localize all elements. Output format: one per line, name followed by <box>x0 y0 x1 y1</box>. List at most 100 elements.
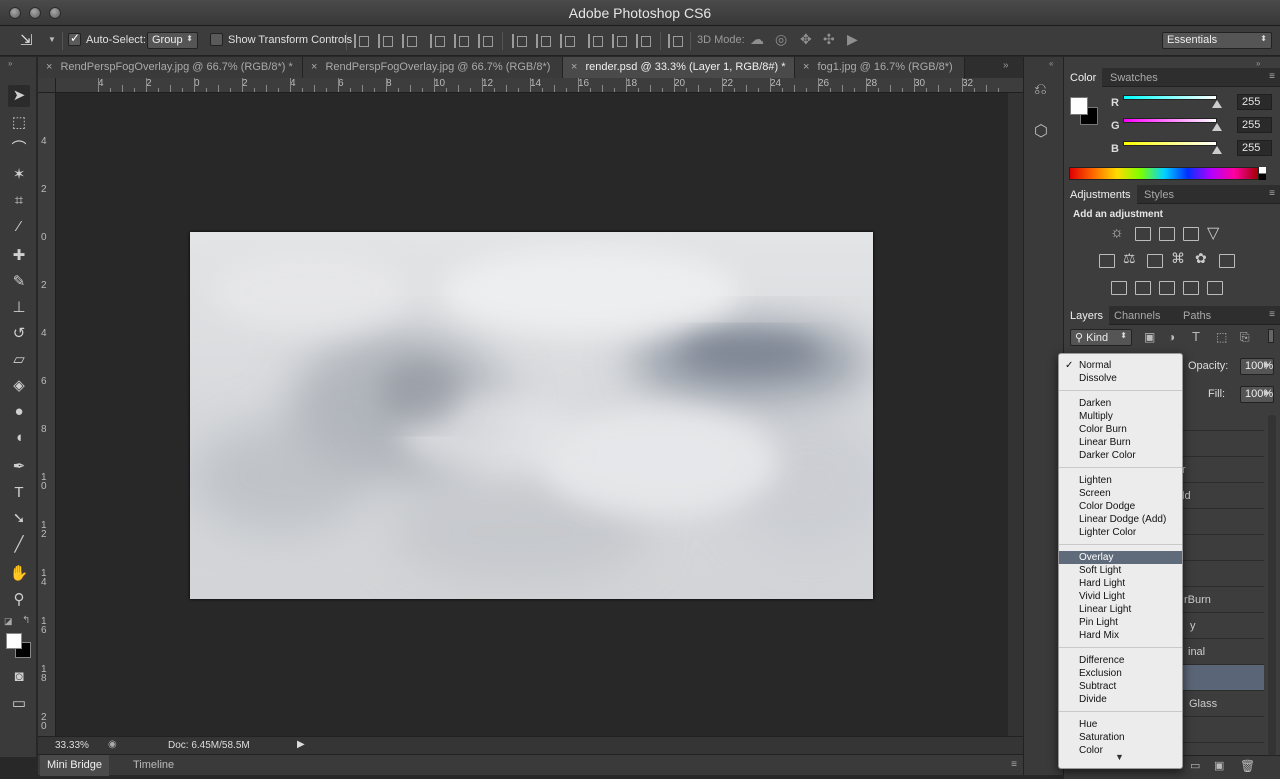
3d-roll-icon[interactable]: ◎ <box>775 31 787 48</box>
green-slider-thumb[interactable] <box>1212 123 1222 131</box>
color-panel-foreground[interactable] <box>1070 97 1088 115</box>
photo-filter-icon[interactable]: ⌘ <box>1171 250 1185 267</box>
gradient-map-icon[interactable] <box>1207 281 1223 295</box>
swap-colors-icon[interactable]: ↰ <box>22 615 30 626</box>
workspace-switcher[interactable]: Essentials ⬍ <box>1162 32 1272 49</box>
align-hcenter-icon[interactable] <box>454 34 469 48</box>
close-tab-icon[interactable]: × <box>803 61 809 73</box>
vertical-scrollbar[interactable] <box>1008 93 1023 736</box>
channel-mixer-icon[interactable]: ✿ <box>1195 250 1207 267</box>
eyedropper-tool-icon[interactable]: ⁄ <box>8 216 30 238</box>
filter-shape-icon[interactable]: ⬚ <box>1216 330 1227 344</box>
blend-mode-darken[interactable]: Darken <box>1059 397 1182 410</box>
blur-tool-icon[interactable]: ● <box>8 401 30 423</box>
blend-mode-vivid-light[interactable]: Vivid Light <box>1059 590 1182 603</box>
vertical-ruler[interactable]: 4 2 0 2 4 6 8 10 12 14 16 18 20 <box>38 93 56 736</box>
tabs-overflow-icon[interactable]: » <box>1003 60 1009 71</box>
3d-pan-icon[interactable]: ✥ <box>800 31 812 48</box>
3d-rotate-icon[interactable]: ☁ <box>750 31 764 48</box>
filter-type-icon[interactable]: T <box>1192 329 1200 344</box>
pen-tool-icon[interactable]: ✒ <box>8 456 30 478</box>
type-tool-icon[interactable]: T <box>8 482 30 504</box>
exposure-icon[interactable] <box>1183 227 1199 241</box>
tab-rendpersp-2[interactable]: × RendPerspFogOverlay.jpg @ 66.7% (RGB/8*… <box>303 57 563 78</box>
blend-mode-screen[interactable]: Screen <box>1059 487 1182 500</box>
chevron-down-icon[interactable]: ▼ <box>48 35 56 44</box>
dodge-tool-icon[interactable]: ◖ <box>8 427 30 449</box>
blend-mode-divide[interactable]: Divide <box>1059 693 1182 706</box>
show-transform-checkbox[interactable] <box>210 33 223 46</box>
panel-menu-icon[interactable]: ≡ <box>1269 71 1275 82</box>
marquee-tool-icon[interactable]: ⬚ <box>8 112 30 134</box>
new-layer-icon[interactable]: ▣ <box>1214 759 1224 772</box>
scroll-down-arrow-icon[interactable]: ▼ <box>1115 752 1124 762</box>
align-bottom-icon[interactable] <box>402 34 417 48</box>
distribute-top-icon[interactable] <box>512 34 527 48</box>
blend-mode-linear-burn[interactable]: Linear Burn <box>1059 436 1182 449</box>
brightness-contrast-icon[interactable]: ☼ <box>1110 224 1124 241</box>
blend-mode-hard-mix[interactable]: Hard Mix <box>1059 629 1182 642</box>
filter-adjustment-icon[interactable]: ◑ <box>1168 330 1175 344</box>
tab-swatches[interactable]: Swatches <box>1104 68 1164 87</box>
blend-mode-normal[interactable]: ✓ Normal <box>1059 359 1182 372</box>
distribute-left-icon[interactable] <box>588 34 603 48</box>
invert-icon[interactable] <box>1111 281 1127 295</box>
document-canvas[interactable] <box>190 232 873 599</box>
blend-mode-hue[interactable]: Hue <box>1059 718 1182 731</box>
auto-select-dropdown[interactable]: Group ⬍ <box>147 32 198 49</box>
blend-mode-difference[interactable]: Difference <box>1059 654 1182 667</box>
blend-mode-color-dodge[interactable]: Color Dodge <box>1059 500 1182 513</box>
color-spectrum-bar[interactable] <box>1069 167 1259 180</box>
tab-fog1[interactable]: × fog1.jpg @ 16.7% (RGB/8*) <box>795 57 965 78</box>
zoom-level[interactable]: 33.33% <box>55 740 89 751</box>
red-slider[interactable] <box>1123 95 1217 100</box>
quick-mask-icon[interactable]: ◙ <box>8 666 30 688</box>
tab-timeline[interactable]: Timeline <box>126 755 181 776</box>
lasso-tool-icon[interactable]: ⌒ <box>8 138 30 160</box>
green-slider[interactable] <box>1123 118 1217 123</box>
filter-toggle[interactable] <box>1268 329 1274 343</box>
history-brush-tool-icon[interactable]: ↺ <box>8 323 30 345</box>
blend-mode-linear-light[interactable]: Linear Light <box>1059 603 1182 616</box>
blend-mode-lighten[interactable]: Lighten <box>1059 474 1182 487</box>
curves-icon[interactable] <box>1159 227 1175 241</box>
red-value[interactable]: 255 <box>1237 94 1272 110</box>
tab-styles[interactable]: Styles <box>1138 185 1180 204</box>
blend-mode-subtract[interactable]: Subtract <box>1059 680 1182 693</box>
close-tab-icon[interactable]: × <box>46 61 52 73</box>
foreground-color-swatch[interactable] <box>6 633 22 649</box>
clone-stamp-tool-icon[interactable]: ⊥ <box>8 297 30 319</box>
paint-bucket-tool-icon[interactable]: ◈ <box>8 375 30 397</box>
path-selection-tool-icon[interactable]: ➘ <box>8 508 30 530</box>
levels-icon[interactable] <box>1135 227 1151 241</box>
filter-smart-object-icon[interactable]: ⎘ <box>1240 330 1250 345</box>
blue-value[interactable]: 255 <box>1237 140 1272 156</box>
hue-saturation-icon[interactable] <box>1099 254 1115 268</box>
tab-mini-bridge[interactable]: Mini Bridge <box>40 755 110 776</box>
tab-channels[interactable]: Channels <box>1108 306 1166 325</box>
tab-render-psd[interactable]: × render.psd @ 33.3% (Layer 1, RGB/8#) * <box>563 57 795 78</box>
status-info-icon[interactable]: ◉ <box>108 739 117 750</box>
collapse-toolbar-icon[interactable]: » <box>8 59 12 68</box>
auto-select-checkbox[interactable] <box>68 31 81 46</box>
eraser-tool-icon[interactable]: ▱ <box>8 349 30 371</box>
tab-paths[interactable]: Paths <box>1177 306 1217 325</box>
auto-align-icon[interactable] <box>668 34 683 48</box>
new-group-icon[interactable]: ▭ <box>1190 759 1200 772</box>
horizontal-ruler[interactable]: 4 2 0 2 4 6 8 10 12 14 16 18 20 22 24 26 28 30 32 <box>56 78 1023 93</box>
3d-slide-icon[interactable]: ✣ <box>823 31 835 48</box>
hand-tool-icon[interactable]: ✋ <box>8 563 30 585</box>
green-value[interactable]: 255 <box>1237 117 1272 133</box>
layers-scrollbar[interactable] <box>1268 415 1276 755</box>
tab-color[interactable]: Color <box>1064 68 1103 87</box>
collapse-panels-icon[interactable]: » <box>1256 59 1260 68</box>
opacity-arrow-icon[interactable]: ▶ <box>1264 360 1270 369</box>
black-white-ramp[interactable] <box>1259 167 1266 180</box>
distribute-right-icon[interactable] <box>636 34 651 48</box>
crop-tool-icon[interactable]: ⌗ <box>8 190 30 212</box>
blend-mode-soft-light[interactable]: Soft Light <box>1059 564 1182 577</box>
distribute-bottom-icon[interactable] <box>560 34 575 48</box>
move-tool-preset-icon[interactable]: ⇲ <box>20 31 33 49</box>
color-lookup-icon[interactable] <box>1219 254 1235 268</box>
close-tab-icon[interactable]: × <box>571 61 577 73</box>
